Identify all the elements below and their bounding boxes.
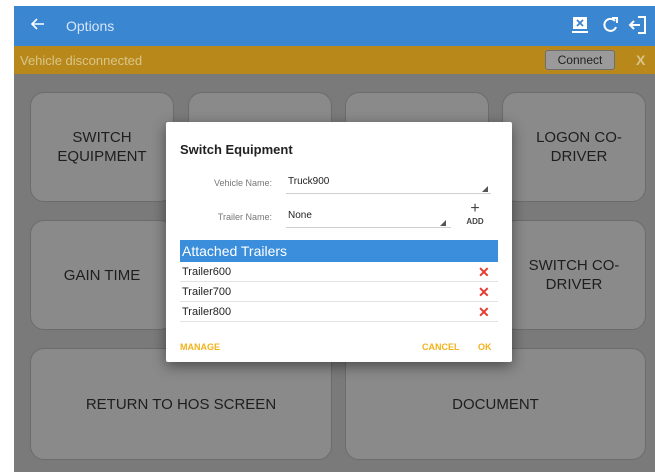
add-label: ADD — [466, 217, 484, 226]
switch-equipment-dialog: Switch Equipment Vehicle Name: Truck900 … — [166, 122, 512, 362]
manage-button[interactable]: MANAGE — [180, 342, 220, 352]
vehicle-name-select[interactable]: Truck900 — [286, 172, 491, 194]
refresh-icon[interactable] — [599, 14, 621, 36]
gain-time-tile[interactable]: GAIN TIME — [30, 220, 174, 330]
ok-button[interactable]: OK — [478, 342, 492, 352]
arrow-left-icon[interactable] — [30, 16, 46, 36]
logon-codriver-tile[interactable]: LOGON CO-DRIVER — [502, 92, 646, 202]
tile-label: SWITCH EQUIPMENT — [57, 129, 147, 165]
attached-trailers-header: Attached Trailers — [180, 240, 498, 262]
trailer-name-label: Trailer Name: — [217, 212, 272, 222]
trailer-name: Trailer700 — [182, 286, 232, 298]
field-underline — [286, 227, 451, 228]
connection-status-bar: Vehicle disconnected Connect X — [14, 46, 655, 74]
vehicle-name-label: Vehicle Name: — [213, 178, 272, 188]
delete-icon[interactable]: ✕ — [478, 264, 490, 281]
trailer-row[interactable]: Trailer600 ✕ — [180, 262, 498, 282]
dropdown-arrow-icon — [482, 186, 488, 192]
dropdown-arrow-icon — [440, 220, 446, 226]
document-tile[interactable]: DOCUMENT — [345, 348, 646, 460]
vehicle-name-value: Truck900 — [288, 176, 330, 187]
field-underline — [286, 193, 491, 194]
return-hos-tile[interactable]: RETURN TO HOS SCREEN — [30, 348, 332, 460]
trailer-name-select[interactable]: None — [286, 206, 451, 228]
tile-label: RETURN TO HOS SCREEN — [85, 395, 277, 413]
tile-label: GAIN TIME — [63, 266, 141, 284]
logout-icon[interactable] — [627, 14, 649, 36]
status-message: Vehicle disconnected — [20, 53, 143, 68]
tile-label: LOGON CO-DRIVER — [536, 129, 622, 165]
delete-icon[interactable]: ✕ — [478, 284, 490, 301]
trailer-row[interactable]: Trailer700 ✕ — [180, 282, 498, 302]
trailer-name: Trailer800 — [182, 306, 232, 318]
bluetooth-device-icon[interactable] — [569, 14, 591, 36]
dialog-title: Switch Equipment — [180, 142, 293, 157]
trailer-name: Trailer600 — [182, 266, 232, 278]
plus-icon: + — [470, 200, 480, 217]
tile-label: SWITCH CO-DRIVER — [528, 257, 620, 293]
app-bar: Options — [14, 6, 655, 46]
connect-button[interactable]: Connect — [545, 50, 615, 70]
switch-equipment-tile[interactable]: SWITCH EQUIPMENT — [30, 92, 174, 202]
page-title: Options — [66, 18, 115, 34]
close-status-button[interactable]: X — [636, 52, 645, 68]
tile-label: DOCUMENT — [452, 395, 539, 413]
cancel-button[interactable]: CANCEL — [422, 342, 460, 352]
delete-icon[interactable]: ✕ — [478, 304, 490, 321]
trailer-name-value: None — [288, 210, 312, 221]
trailer-row[interactable]: Trailer800 ✕ — [180, 302, 498, 322]
switch-codriver-tile[interactable]: SWITCH CO-DRIVER — [502, 220, 646, 330]
add-trailer-button[interactable]: + ADD — [462, 200, 488, 227]
